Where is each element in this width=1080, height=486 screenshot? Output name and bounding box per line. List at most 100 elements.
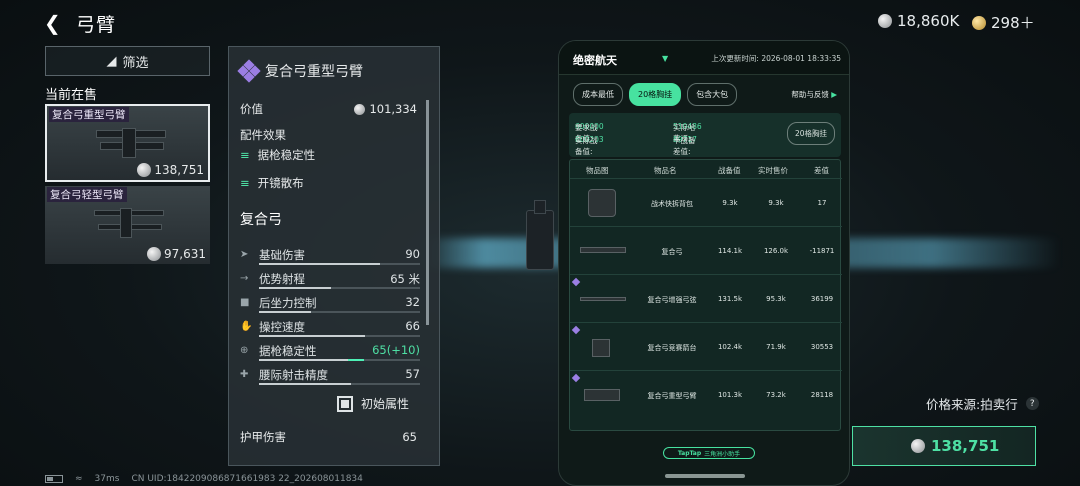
initial-attr-label: 初始属性	[361, 397, 410, 411]
hip-fire-icon: ✚	[240, 369, 249, 380]
item-price-value: 138,751	[154, 163, 204, 177]
checkbox[interactable]	[337, 395, 353, 412]
hafcoin-value: 实际哈弗币: 510486	[673, 122, 702, 143]
rarity-diamond-icon	[237, 59, 261, 83]
filter-button[interactable]: ◢ 筛选	[45, 46, 210, 76]
item-card[interactable]: 复合弓重型弓臂 138,751	[45, 104, 210, 182]
stat-label: 基础伤害	[259, 248, 305, 262]
price-source-label: 价格来源:拍卖行	[926, 397, 1018, 412]
stat-bar	[259, 311, 420, 313]
row-diff: 17	[817, 199, 827, 207]
coin-icon	[147, 247, 161, 261]
initial-attr-toggle[interactable]: 初始属性	[337, 395, 409, 412]
summary-box: 要求战备值: 600000 实际战备值: 600203 实际哈弗币: 510486 卡…	[569, 113, 841, 157]
stat-row: ■ 后坐力控制 32	[240, 295, 420, 319]
row-price: 9.3k	[768, 199, 784, 207]
tab-bar: 成本最低 20格胸挂 包含大包	[573, 83, 738, 106]
table-row[interactable]: 复合弓增强弓弦 131.5k 95.3k 36199	[570, 274, 842, 322]
help-feedback-link[interactable]: 帮助与反馈 ▶	[791, 89, 837, 100]
stat-value: 32	[405, 295, 420, 309]
gold-coin-icon	[972, 15, 986, 30]
table-row[interactable]: 复合弓竞赛箭台 102.4k 71.9k 30553	[570, 322, 842, 370]
row-price: 126.0k	[763, 247, 789, 255]
item-name: 复合弓轻型弓臂	[47, 187, 127, 202]
row-name: 复合弓	[661, 248, 683, 256]
item-price: 97,631	[147, 247, 206, 261]
funnel-icon: ◢	[106, 53, 117, 69]
stat-label: 腰际射击精度	[259, 368, 328, 382]
tab-lowest-cost[interactable]: 成本最低	[573, 83, 623, 106]
coin-icon	[137, 163, 152, 177]
row-value: 101.3k	[717, 391, 743, 399]
crosshair-icon: ⊕	[240, 345, 249, 356]
brand-label: TapTap	[677, 449, 702, 457]
range-icon: →	[240, 273, 249, 284]
stat-row: → 优势射程 65 米	[240, 271, 420, 295]
gold-currency[interactable]: 298＋	[972, 12, 1035, 33]
row-value: 131.5k	[717, 295, 743, 303]
back-arrow-icon[interactable]: ❮	[44, 12, 66, 34]
required-value: 要求战备值: 600000	[575, 122, 604, 143]
value-row: 价值 101,334	[240, 101, 417, 117]
stat-value: 57	[405, 367, 420, 381]
stat-bar	[259, 287, 420, 289]
table-header: 实时售价	[758, 166, 788, 175]
stat-label: 操控速度	[259, 320, 305, 334]
stat-row: ➤ 基础伤害 90	[240, 247, 420, 271]
stat-bar	[259, 335, 420, 337]
table-row[interactable]: 复合弓重型弓臂 101.3k 73.2k 28118	[570, 370, 842, 418]
coin-icon	[354, 103, 366, 115]
help-label: 帮助与反馈	[791, 90, 829, 99]
silver-currency: 18,860K	[878, 12, 959, 30]
help-icon[interactable]: ?	[1025, 397, 1039, 410]
table-row[interactable]: 复合弓 114.1k 126.0k -11871	[570, 226, 842, 274]
row-diff: 30553	[810, 343, 834, 351]
table-header: 战备值	[718, 166, 741, 175]
item-name: 复合弓重型弓臂	[49, 107, 129, 122]
item-thumbnail	[578, 331, 626, 363]
app-header: 绝密航天 ▼ 上次更新时间: 2026-08-01 18:33:35	[559, 41, 849, 75]
row-name: 复合弓增强弓弦	[647, 296, 697, 304]
row-value: 102.4k	[717, 343, 743, 351]
filter-label: 筛选	[122, 55, 149, 71]
item-price: 138,751	[137, 163, 204, 177]
tab-20-chest-rig[interactable]: 20格胸挂	[629, 83, 682, 106]
gold-amount: 298＋	[991, 14, 1035, 32]
table-row[interactable]: 战术快拆背包 9.3k 9.3k 17	[570, 178, 842, 226]
value-label: 价值	[240, 102, 263, 116]
row-value: 9.3k	[722, 199, 738, 207]
chevron-down-icon[interactable]: ▼	[662, 54, 668, 63]
row-diff: -11871	[809, 247, 835, 255]
item-thumbnail	[578, 283, 626, 315]
stat-row: ⊕ 据枪稳定性 65(+10)	[240, 343, 420, 367]
item-card[interactable]: 复合弓轻型弓臂 97,631	[45, 186, 210, 264]
update-time: 上次更新时间: 2026-08-01 18:33:35	[711, 54, 841, 63]
taptap-badge[interactable]: TapTap 三角洲小助手	[663, 447, 755, 459]
home-indicator	[665, 474, 745, 478]
stat-row: ✋ 操控速度 66	[240, 319, 420, 343]
row-name: 战术快拆背包	[651, 200, 693, 208]
uid: CN UID:1842209086871661983 22_2026080118…	[131, 474, 363, 484]
damage-icon: ➤	[240, 249, 249, 260]
item-thumbnail	[578, 379, 626, 411]
row-name: 复合弓重型弓臂	[647, 392, 697, 400]
tab-include-backpack[interactable]: 包含大包	[687, 83, 738, 106]
actual-value: 实际战备值: 600203	[575, 135, 604, 156]
row-value: 114.1k	[717, 247, 743, 255]
detail-scrollbar[interactable]	[426, 100, 429, 325]
chest-rig-button[interactable]: 20格胸挂	[786, 122, 835, 145]
buy-button[interactable]: 138,751	[852, 426, 1036, 466]
map-title[interactable]: 绝密航天	[573, 52, 617, 68]
stat-bar	[259, 383, 420, 385]
silver-coin-icon	[878, 14, 892, 28]
item-image	[92, 124, 172, 164]
status-bar: ≈ 37ms CN UID:1842209086871661983 22_202…	[45, 474, 363, 484]
buy-price: 138,751	[931, 437, 1000, 455]
item-image	[90, 204, 170, 244]
on-sale-heading: 当前在售	[45, 88, 98, 103]
stat-row: ✚ 腰际射击精度 57	[240, 367, 420, 391]
detail-panel: 复合弓重型弓臂 价值 101,334 配件效果 ≡ 据枪稳定性 ≡ 开镜散布 复…	[228, 46, 440, 466]
stat-bar	[259, 359, 420, 361]
item-price-value: 97,631	[164, 247, 206, 261]
stat-label: 据枪稳定性	[259, 344, 317, 358]
